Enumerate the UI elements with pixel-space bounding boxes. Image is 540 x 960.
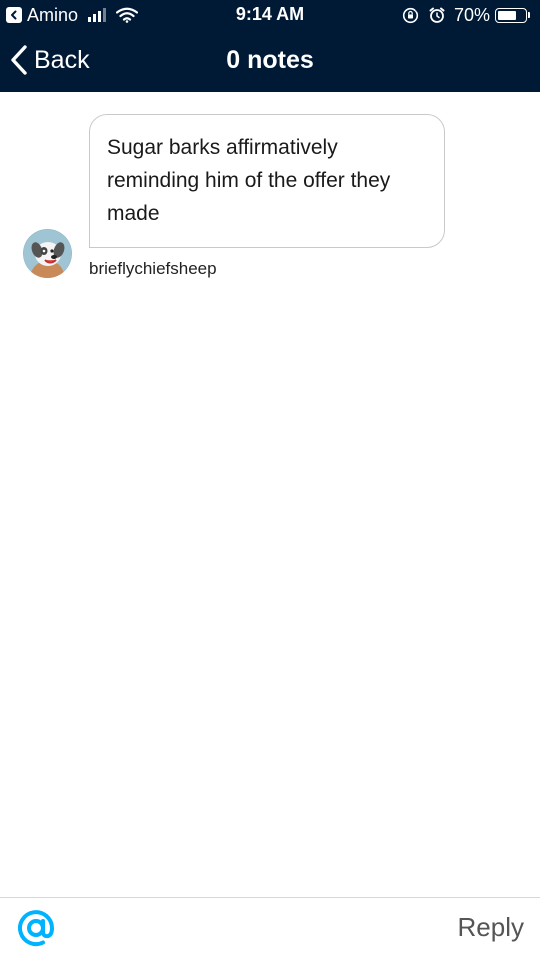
at-sign-icon xyxy=(18,910,55,947)
reply-button[interactable]: Reply xyxy=(458,912,524,943)
rotation-lock-icon xyxy=(402,7,419,23)
mention-button[interactable] xyxy=(17,909,55,947)
message-text: Sugar barks affirmatively reminding him … xyxy=(107,136,391,225)
bottom-toolbar: Reply xyxy=(0,897,540,960)
nav-bar: Back 0 notes xyxy=(0,38,540,84)
battery-icon xyxy=(495,7,527,23)
screen: Amino 9:14 AM 70% Back 0 notes Sugar bar… xyxy=(0,0,540,960)
page-title: 0 notes xyxy=(226,46,314,74)
status-bar: Amino 9:14 AM 70% xyxy=(0,0,540,30)
battery-percent: 70% xyxy=(453,4,490,25)
battery-fill xyxy=(498,10,516,20)
message-bubble: Sugar barks affirmatively reminding him … xyxy=(89,114,445,248)
dog-avatar[interactable] xyxy=(23,229,72,278)
status-right: 70% xyxy=(402,4,530,26)
battery-tip xyxy=(528,12,530,18)
header: Amino 9:14 AM 70% Back 0 notes xyxy=(0,0,540,92)
alarm-icon xyxy=(429,7,445,23)
username[interactable]: brieflychiefsheep xyxy=(89,259,217,279)
